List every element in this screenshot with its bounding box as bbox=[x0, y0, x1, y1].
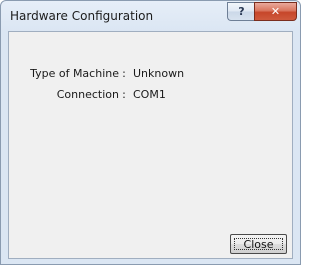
help-icon: ? bbox=[238, 5, 245, 18]
connection-separator: : bbox=[122, 88, 126, 101]
machine-type-value: Unknown bbox=[133, 67, 185, 80]
close-button-label: Close bbox=[243, 237, 274, 251]
machine-type-separator: : bbox=[122, 67, 126, 80]
window-close-button[interactable]: ✕ bbox=[254, 2, 297, 21]
connection-value: COM1 bbox=[133, 88, 166, 101]
close-button[interactable]: Close bbox=[230, 234, 287, 254]
machine-type-label: Type of Machine bbox=[30, 67, 119, 80]
help-button[interactable]: ? bbox=[227, 2, 255, 21]
window-title: Hardware Configuration bbox=[10, 9, 154, 23]
connection-row: Connection : COM1 bbox=[9, 88, 292, 102]
close-icon: ✕ bbox=[270, 5, 281, 18]
dialog-body: Type of Machine : Unknown Connection : C… bbox=[8, 31, 293, 259]
machine-type-row: Type of Machine : Unknown bbox=[9, 67, 292, 81]
connection-label: Connection bbox=[56, 88, 119, 101]
dialog-window: Hardware Configuration ? ✕ Type of Machi… bbox=[0, 0, 301, 265]
title-bar[interactable]: Hardware Configuration ? ✕ bbox=[1, 1, 300, 31]
